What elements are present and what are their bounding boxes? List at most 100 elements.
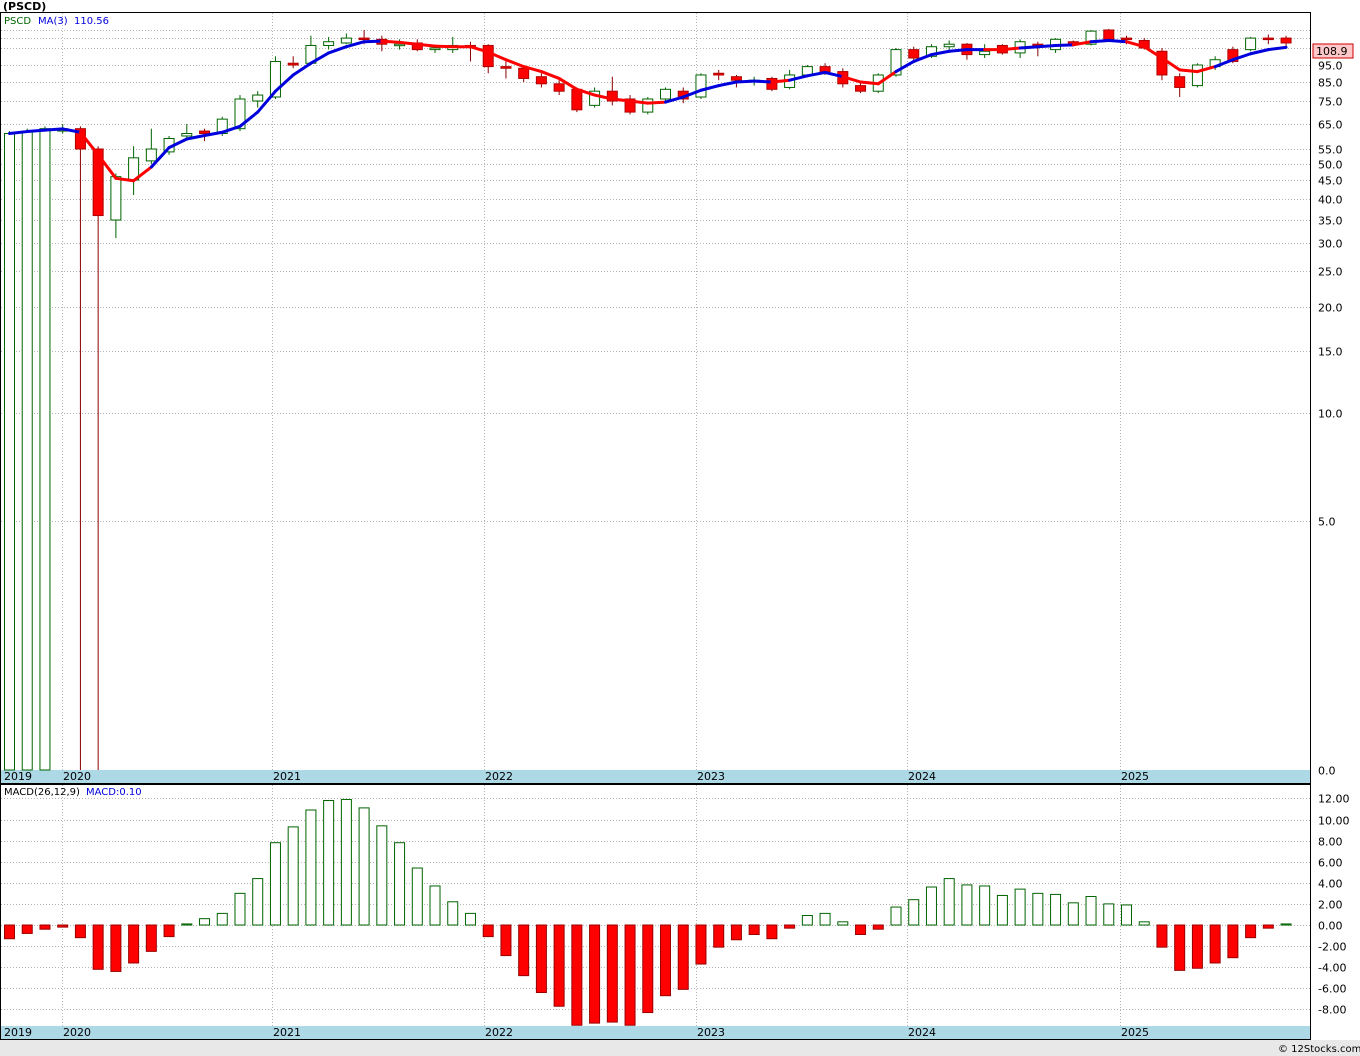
ma-segment (1107, 39, 1128, 44)
macd-x-tick-label: 2023 (697, 1026, 725, 1039)
price-y-axis: 0.0 5.0 10.0 15.0 20.0 25.0 30.0 35.0 40.0 45.0 50… (1318, 43, 1350, 778)
macd-bar-negative (145, 924, 157, 952)
macd-bar-positive (1103, 903, 1115, 926)
macd-bar-negative (4, 924, 15, 940)
candle-down (1103, 29, 1115, 40)
macd-bar-negative (110, 924, 122, 972)
chart-title: (PSCD) (3, 0, 46, 13)
ma-segment (362, 39, 384, 44)
price-y-tick-label: 50.0 (1318, 159, 1343, 172)
candle-down (766, 77, 778, 90)
candle-down (908, 49, 920, 59)
price-y-tick-label: 30.0 (1318, 238, 1343, 251)
ma-segment (398, 40, 419, 46)
price-y-tick-label: 45.0 (1318, 175, 1343, 188)
ma-segment (415, 42, 437, 48)
ma-segment (947, 48, 969, 53)
candle-up (323, 41, 335, 46)
macd-bar-positive (925, 886, 937, 926)
candle-down (553, 83, 565, 92)
price-y-tick-label: 20.0 (1318, 302, 1343, 315)
macd-x-tick-label: 2020 (63, 1026, 91, 1039)
price-y-tick-label: 95.0 (1318, 60, 1343, 73)
macd-bar-negative (92, 924, 104, 970)
macd-y-tick-label: -4.00 (1318, 962, 1346, 975)
macd-bar-positive (287, 826, 299, 926)
macd-x-tick-label: 2022 (485, 1026, 513, 1039)
ma-segment (1000, 46, 1022, 52)
ma-segment (380, 39, 402, 44)
candle-down (730, 76, 742, 81)
macd-bar-positive (464, 912, 476, 926)
candle-up (1191, 64, 1203, 87)
macd-bar-negative (642, 924, 654, 1014)
price-y-tick-label: 85.0 (1318, 77, 1343, 90)
ma-segment (1089, 39, 1111, 44)
candle-up (429, 47, 441, 51)
price-x-tick-label: 2022 (485, 770, 513, 783)
macd-bar-negative (1191, 924, 1203, 969)
candle-up (695, 74, 707, 98)
macd-bar-negative (1209, 924, 1221, 964)
macd-bar-negative (571, 924, 583, 1026)
macd-bar-positive (1050, 893, 1062, 926)
macd-bar-negative (39, 924, 51, 930)
macd-bar-positive (340, 798, 352, 926)
price-x-tick-label: 2019 (4, 770, 32, 783)
candle-down (1120, 37, 1132, 41)
price-y-tick-label: 15.0 (1318, 346, 1343, 359)
price-legend-ma-value: 110.56 (74, 16, 109, 27)
macd-bar-positive (979, 885, 991, 926)
macd-bar-positive (961, 884, 973, 926)
macd-bar-negative (730, 924, 742, 941)
macd-bar-positive (305, 809, 317, 926)
ma-segment (610, 97, 632, 103)
macd-legend-label: MACD(26,12,9) (4, 787, 80, 798)
macd-bar-negative (21, 924, 33, 934)
macd-bar-negative (748, 924, 760, 935)
price-x-tick-label: 2025 (1121, 770, 1149, 783)
candle-down (535, 76, 547, 85)
candle-down (500, 66, 512, 69)
price-y-tick-label: 25.0 (1318, 266, 1343, 279)
macd-bar-negative (553, 924, 565, 1007)
macd-bar-negative (482, 924, 494, 938)
price-y-tick-label: 55.0 (1318, 144, 1343, 157)
macd-y-tick-label: 12.00 (1318, 793, 1350, 806)
macd-y-tick-label: -8.00 (1318, 1004, 1346, 1017)
macd-bar-positive (323, 800, 335, 926)
macd-bar-positive (394, 842, 406, 926)
candle-down (518, 67, 530, 79)
macd-bar-negative (1227, 924, 1239, 959)
macd-bar-positive (447, 901, 459, 926)
price-x-axis-band (1, 770, 1310, 783)
macd-bar-negative (677, 924, 689, 990)
macd-bar-positive (1120, 904, 1132, 926)
ma-segment (43, 127, 65, 132)
price-x-tick-label: 2023 (697, 770, 725, 783)
ma-segment (628, 99, 650, 105)
macd-bar-positive (199, 918, 211, 926)
price-y-tick-label: 5.0 (1318, 516, 1336, 529)
macd-bar-positive (1014, 888, 1026, 926)
last-price-label: 108.9 (1316, 45, 1348, 58)
macd-x-axis-band (1, 1026, 1310, 1039)
candle-down (358, 37, 370, 41)
macd-y-tick-label: 10.00 (1318, 815, 1350, 828)
macd-y-tick-label: 2.00 (1318, 899, 1343, 912)
candle-down (855, 85, 867, 92)
macd-bar-positive (234, 892, 246, 926)
macd-bar-negative (535, 924, 547, 994)
candle-down (571, 88, 583, 111)
macd-bar-negative (589, 924, 601, 1024)
candle-up (21, 130, 33, 771)
candle-down (713, 72, 725, 76)
candle-down (819, 66, 831, 73)
macd-bar-positive (269, 842, 281, 926)
price-y-tick-label: 10.0 (1318, 408, 1343, 421)
macd-bar-negative (695, 924, 707, 965)
macd-bar-negative (872, 924, 884, 930)
price-x-tick-label: 2024 (908, 770, 936, 783)
candle-down (199, 130, 211, 135)
candle-up (943, 43, 955, 48)
